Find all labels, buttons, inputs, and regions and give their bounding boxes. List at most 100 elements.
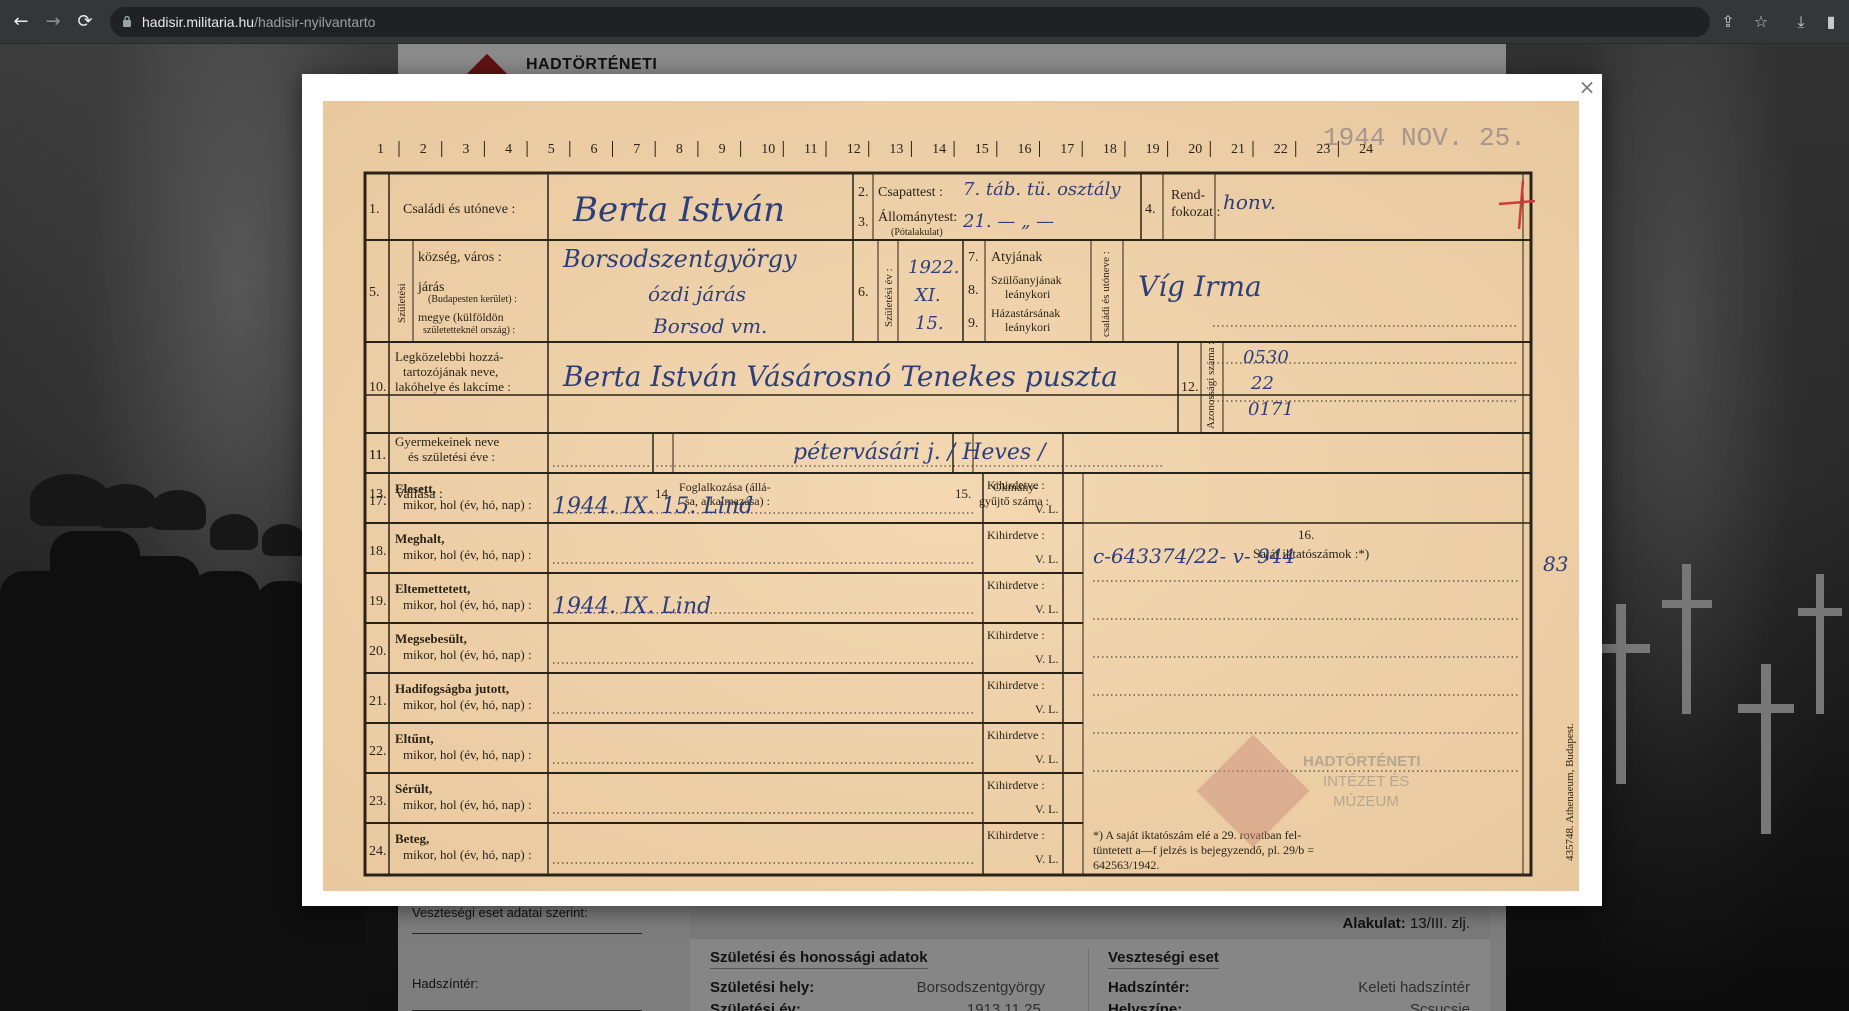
watermark-line-2: INTÉZET ÉS [1323,773,1409,790]
event-when-where-label: mikor, hol (év, hó, nap) : [403,797,532,812]
vl-label: V. L. [1035,752,1058,766]
row-number: 2. [858,185,869,200]
casualty-record-card: 1944 NOV. 25. 1 2 3 4 5 6 7 8 9 10 11 12 13 14 15 16 17 1… [323,101,1579,891]
event-when-where-label: mikor, hol (év, hó, nap) : [403,647,532,662]
county-label: megye (külföldön [418,310,504,324]
address-bar[interactable]: hadisir.militaria.hu/hadisir-nyilvantart… [110,7,1710,37]
vl-label: V. L. [1035,552,1058,566]
event-type-label: Elesett, [395,481,436,496]
row-number: 1. [369,202,380,217]
spouse-label: Házastársának [991,306,1060,320]
kin-label-2: tartozójának neve, [403,364,498,379]
close-icon[interactable]: × [1576,76,1598,98]
reserve-unit-label: Állománytest: [878,208,957,225]
row-number: 6. [858,285,869,300]
column-number: 4 [505,142,512,157]
event-type-label: Meghalt, [395,531,444,546]
rank-label-2: fokozat : [1171,205,1220,220]
share-icon[interactable]: ⇪ [1717,11,1739,33]
download-icon[interactable]: ⤓ [1790,11,1812,33]
announced-label: Kihirdetve : [987,778,1045,792]
column-number: 13 [889,142,903,157]
handwritten-unit: 7. táb. tü. osztály [963,179,1121,200]
announced-label: Kihirdetve : [987,478,1045,492]
event-type-label: Eltűnt, [395,731,434,746]
id-vertical-label: Azonossági száma : [1205,342,1217,429]
row-number: 23. [369,794,387,809]
column-number: 2 [420,142,427,157]
handwritten-id-3: 0171 [1248,399,1294,420]
father-label: Atyjának [991,250,1042,265]
row-number: 3. [858,215,869,230]
handwritten-mother-name: Víg Irma [1138,270,1262,303]
parents-vertical-label: családi és utóneve : [1100,251,1112,337]
reload-icon[interactable]: ⟳ [74,11,96,33]
event-type-label: Beteg, [395,831,429,846]
handwritten-county: Borsod vm. [652,314,767,338]
handwritten-name: Berta István [572,190,785,230]
image-lightbox: × 1944 NOV. 25. 1 2 3 4 5 6 7 8 9 10 11 12 13 14 15 16 1… [302,74,1602,906]
event-type-label: Eltemettetett, [395,581,470,596]
column-number: 7 [633,142,640,157]
vl-label: V. L. [1035,602,1058,616]
row-number: 21. [369,694,387,709]
row-number: 19. [369,594,387,609]
column-number: 10 [761,142,775,157]
column-number: 18 [1103,142,1117,157]
vl-label: V. L. [1035,802,1058,816]
handwritten-buried-date: 1944. IX. Lind [553,594,711,619]
handwritten-kin-district: pétervásári j. / Heves / [793,440,1048,465]
handwritten-district: ózdi járás [648,282,746,306]
announced-label: Kihirdetve : [987,828,1045,842]
column-number: 9 [719,142,726,157]
row-number: 17. [369,494,387,509]
vl-label: V. L. [1035,702,1058,716]
vl-label: V. L. [1035,852,1058,866]
handwritten-rank: honv. [1223,190,1276,214]
handwritten-file-number: c-643374/22- v- 944 [1093,544,1295,568]
district-sublabel: (Budapesten kerület) : [428,294,517,305]
forward-icon[interactable]: → [42,11,64,33]
announced-label: Kihirdetve : [987,678,1045,692]
printer-imprint: 435748. Athenaeum, Budapest. [1564,723,1576,861]
event-when-where-label: mikor, hol (év, hó, nap) : [403,547,532,562]
column-number: 17 [1060,142,1074,157]
county-sublabel: születetteknél ország) : [423,325,515,336]
occupation-label-1: Foglalkozása (állá- [679,480,771,494]
row-number: 8. [968,283,979,298]
event-when-where-label: mikor, hol (év, hó, nap) : [403,597,532,612]
birth-vertical-label: Születési [396,283,408,323]
handwritten-id-1: 0530 [1243,347,1289,368]
column-number: 11 [804,142,817,157]
column-number: 19 [1146,142,1160,157]
column-number: 8 [676,142,683,157]
column-number: 14 [932,142,946,157]
row-number: 9. [968,316,979,331]
row-number: 24. [369,844,387,859]
handwritten-margin-note: 83 [1543,552,1568,576]
column-number: 23 [1316,142,1330,157]
browser-toolbar: ← → ⟳ hadisir.militaria.hu/hadisir-nyilv… [0,0,1849,44]
row-number: 12. [1181,380,1199,395]
column-number: 16 [1018,142,1032,157]
column-number: 12 [847,142,861,157]
event-when-where-label: mikor, hol (év, hó, nap) : [403,847,532,862]
spouse-label-2: leánykori [1005,320,1051,334]
back-icon[interactable]: ← [10,11,32,33]
event-type-label: Sérült, [395,781,432,796]
star-icon[interactable]: ☆ [1750,11,1772,33]
announced-label: Kihirdetve : [987,728,1045,742]
sidebar-icon[interactable]: ▮ [1820,11,1842,33]
column-number: 15 [975,142,989,157]
url-domain: hadisir.militaria.hu [142,14,255,30]
handwritten-birth-day: 15. [915,313,944,334]
column-number: 22 [1274,142,1288,157]
row-number: 4. [1145,202,1156,217]
handwritten-next-of-kin: Berta István Vásárosnó Tenekes puszta [562,360,1118,393]
column-number: 24 [1359,142,1373,157]
event-type-label: Megsebesült, [395,631,467,646]
row-number: 22. [369,744,387,759]
children-label-1: Gyermekeinek neve [395,434,500,449]
row-number: 15. [955,486,971,501]
announced-label: Kihirdetve : [987,578,1045,592]
